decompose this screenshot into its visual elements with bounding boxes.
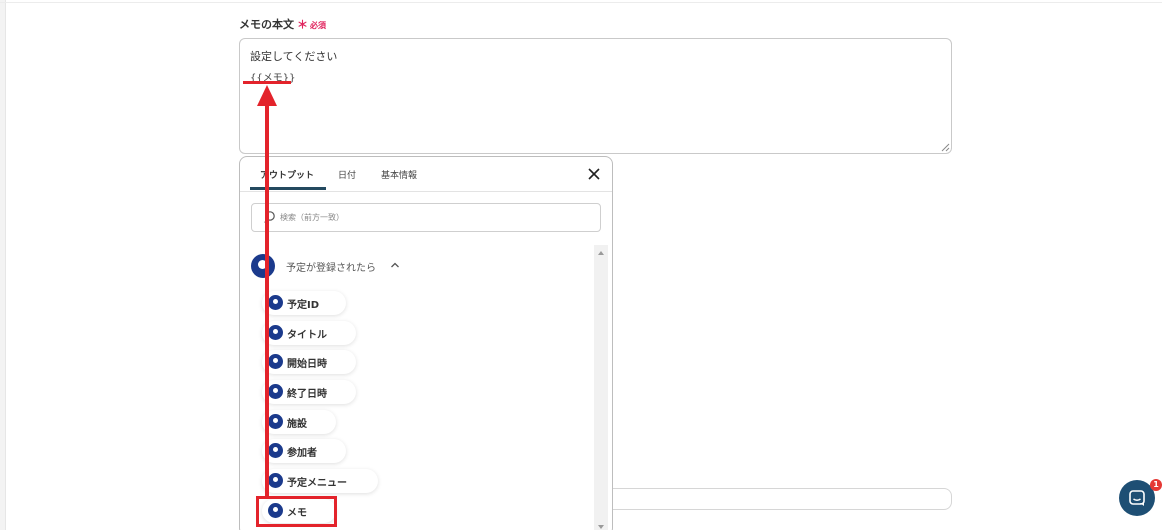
annotation-arrow-icon (257, 85, 277, 498)
output-item-label: 開始日時 (287, 359, 327, 370)
scroll-down-icon[interactable] (598, 525, 604, 529)
required-mark: ＊ (297, 18, 308, 31)
scroll-up-icon[interactable] (598, 251, 604, 255)
memo-text-line-1: 設定してください (250, 50, 338, 63)
tab-date[interactable]: 日付 (338, 168, 356, 181)
output-item-label: 予定ID (287, 300, 320, 311)
popup-scrollbar[interactable] (594, 245, 608, 530)
output-item-label: 予定メニュー (287, 478, 347, 489)
output-item-label: 終了日時 (287, 389, 327, 400)
group-label: 予定が登録されたら (286, 263, 376, 274)
background-input-field[interactable] (600, 488, 952, 510)
chat-notification-badge: 1 (1150, 479, 1162, 491)
output-item-schedule-menu[interactable]: 予定メニュー (262, 469, 378, 493)
page: メモの本文＊必須 設定してください {{メモ}} アウトプット 日付 基本情報 (0, 0, 1162, 530)
search-input[interactable] (280, 209, 580, 226)
popup-tabs: アウトプット 日付 基本情報 (240, 157, 612, 192)
left-rail (0, 0, 6, 530)
chevron-up-icon[interactable] (390, 260, 400, 270)
required-text: 必須 (310, 21, 326, 30)
resize-handle-icon[interactable] (941, 143, 950, 152)
chat-bubble-icon (1129, 490, 1145, 506)
top-divider (0, 2, 1162, 3)
annotation-highlight-box (256, 496, 337, 527)
memo-textarea[interactable]: 設定してください {{メモ}} (239, 38, 952, 154)
output-item-label: 施設 (287, 419, 307, 430)
tab-basic-info[interactable]: 基本情報 (381, 168, 417, 181)
memo-field-label-text: メモの本文 (239, 18, 294, 31)
output-picker-popup: アウトプット 日付 基本情報 予定が登録されたら (239, 156, 613, 530)
search-box (251, 203, 601, 232)
close-icon[interactable] (586, 166, 602, 182)
output-item-label: タイトル (287, 330, 327, 341)
memo-field-label: メモの本文＊必須 (239, 16, 326, 32)
output-item-label: 参加者 (287, 448, 317, 459)
